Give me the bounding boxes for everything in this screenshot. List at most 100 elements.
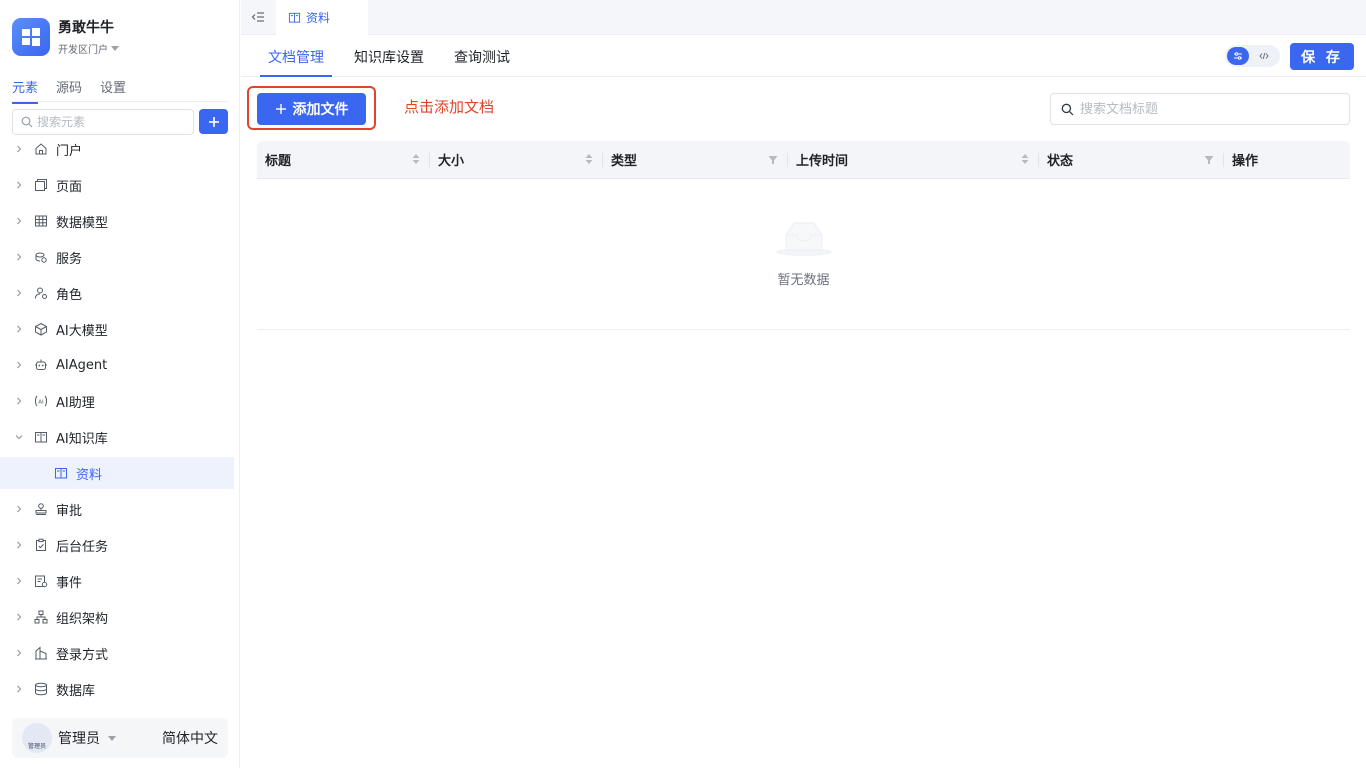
home-icon	[34, 142, 48, 156]
ai-assistant-icon: AI	[34, 394, 48, 408]
tree-item-data-model[interactable]: 数据模型	[0, 203, 234, 239]
chevron-right-icon[interactable]	[14, 684, 24, 694]
tree-item-approval[interactable]: 审批	[0, 491, 234, 527]
add-file-label: 添加文件	[292, 102, 349, 118]
chevron-right-icon[interactable]	[14, 648, 24, 658]
tree-label: 角色	[56, 287, 83, 303]
tree-item-service[interactable]: 服务	[0, 239, 234, 275]
column-label: 类型	[611, 154, 638, 169]
chevron-right-icon[interactable]	[14, 144, 24, 154]
tab-document-management[interactable]: 文档管理	[268, 47, 324, 67]
user-menu[interactable]: 管理员 管理员 简体中文	[12, 718, 228, 758]
tree-item-ai-assistant[interactable]: AI AI助理	[0, 383, 234, 419]
tree-label: 服务	[56, 251, 83, 267]
chevron-right-icon[interactable]	[14, 612, 24, 622]
book-icon	[34, 430, 48, 444]
tree-label: 数据模型	[56, 215, 109, 231]
tree-item-ai-knowledge-base[interactable]: AI知识库	[0, 419, 234, 455]
chevron-right-icon[interactable]	[14, 216, 24, 226]
tree-item-role[interactable]: 角色	[0, 275, 234, 311]
tree-item-database[interactable]: 数据库	[0, 671, 234, 707]
tree-item-ai-agent[interactable]: AIAgent	[0, 347, 234, 383]
design-mode-button[interactable]	[1227, 47, 1249, 65]
table-icon	[34, 214, 48, 228]
sort-icon[interactable]	[1021, 153, 1029, 165]
tab-elements[interactable]: 元素	[12, 77, 39, 104]
tree-label: AI助理	[56, 395, 95, 411]
tree-item-materials[interactable]: 资料	[0, 457, 234, 489]
search-input[interactable]	[37, 115, 187, 129]
save-button[interactable]: 保 存	[1290, 43, 1354, 70]
column-upload-time[interactable]: 上传时间	[788, 141, 1039, 179]
chevron-right-icon[interactable]	[14, 540, 24, 550]
tree-label: AI大模型	[56, 323, 108, 339]
tab-query-test[interactable]: 查询测试	[454, 47, 510, 67]
tree-item-events[interactable]: 事件	[0, 563, 234, 599]
annotation-text: 点击添加文档	[404, 98, 495, 116]
tree-item-login-methods[interactable]: 登录方式	[0, 635, 234, 671]
portal-switcher[interactable]: 开发区门户	[58, 41, 119, 56]
view-mode-toggle[interactable]	[1225, 45, 1280, 67]
add-file-button[interactable]: 添加文件	[257, 93, 366, 125]
chevron-right-icon[interactable]	[14, 324, 24, 334]
database-icon	[34, 682, 48, 696]
tree-label: 后台任务	[56, 539, 109, 555]
sliders-icon	[1234, 52, 1242, 60]
code-mode-button[interactable]	[1253, 47, 1275, 65]
tree-item-background-tasks[interactable]: 后台任务	[0, 527, 234, 563]
tab-settings[interactable]: 设置	[100, 77, 126, 104]
document-search	[1050, 93, 1350, 125]
plus-icon	[275, 104, 286, 114]
tree-item-ai-model[interactable]: AI大模型	[0, 311, 234, 347]
sort-icon[interactable]	[585, 153, 593, 165]
active-tab-indicator	[260, 75, 332, 77]
filter-icon[interactable]	[768, 155, 778, 165]
robot-icon	[34, 358, 48, 372]
chevron-right-icon[interactable]	[14, 180, 24, 190]
cube-icon	[34, 322, 48, 336]
element-tree: 门户 页面 数据模型 服务 角色 AI大模型 AIAgent AI AI助理 A…	[0, 131, 234, 707]
chevron-right-icon[interactable]	[14, 288, 24, 298]
column-label: 上传时间	[796, 154, 849, 169]
column-status[interactable]: 状态	[1039, 141, 1224, 179]
tab-source[interactable]: 源码	[56, 77, 82, 104]
column-title[interactable]: 标题	[257, 141, 430, 179]
app-logo	[12, 18, 50, 56]
tree-item-org-structure[interactable]: 组织架构	[0, 599, 234, 635]
tree-item-pages[interactable]: 页面	[0, 167, 234, 203]
login-icon	[34, 646, 48, 660]
tree-label: 登录方式	[56, 647, 109, 663]
page-tab-label: 资料	[306, 11, 331, 25]
page-tab-materials[interactable]: 资料	[276, 0, 368, 35]
tree-item-portal[interactable]: 门户	[0, 131, 234, 167]
chevron-right-icon[interactable]	[14, 360, 24, 370]
filter-icon[interactable]	[1204, 155, 1214, 165]
column-actions: 操作	[1224, 141, 1350, 179]
sidebar-tabs: 元素 源码 设置	[12, 77, 126, 104]
page-tabs-bar: 资料	[241, 0, 1366, 35]
code-icon	[1259, 52, 1269, 60]
collapse-sidebar-icon[interactable]	[251, 10, 265, 24]
chevron-right-icon[interactable]	[14, 504, 24, 514]
chevron-right-icon[interactable]	[14, 252, 24, 262]
column-type[interactable]: 类型	[603, 141, 788, 179]
column-label: 标题	[265, 154, 292, 169]
column-size[interactable]: 大小	[430, 141, 603, 179]
tab-knowledge-settings[interactable]: 知识库设置	[354, 47, 424, 67]
tree-label: 组织架构	[56, 611, 109, 627]
table-header: 标题 大小 类型 上传时间 状态 操作	[257, 141, 1350, 179]
language-switcher[interactable]: 简体中文	[162, 728, 218, 748]
chevron-down-icon[interactable]	[14, 432, 24, 442]
document-search-input[interactable]	[1080, 101, 1340, 117]
app-name: 勇敢牛牛	[58, 19, 114, 36]
svg-text:AI: AI	[38, 399, 44, 405]
portal-name: 开发区门户	[58, 44, 108, 56]
pages-icon	[34, 178, 48, 192]
chevron-right-icon[interactable]	[14, 576, 24, 586]
sort-icon[interactable]	[412, 153, 420, 165]
column-label: 状态	[1047, 154, 1074, 169]
tree-label: 数据库	[56, 683, 96, 699]
user-name: 管理员	[58, 731, 100, 747]
chevron-right-icon[interactable]	[14, 396, 24, 406]
empty-text: 暂无数据	[777, 273, 830, 288]
